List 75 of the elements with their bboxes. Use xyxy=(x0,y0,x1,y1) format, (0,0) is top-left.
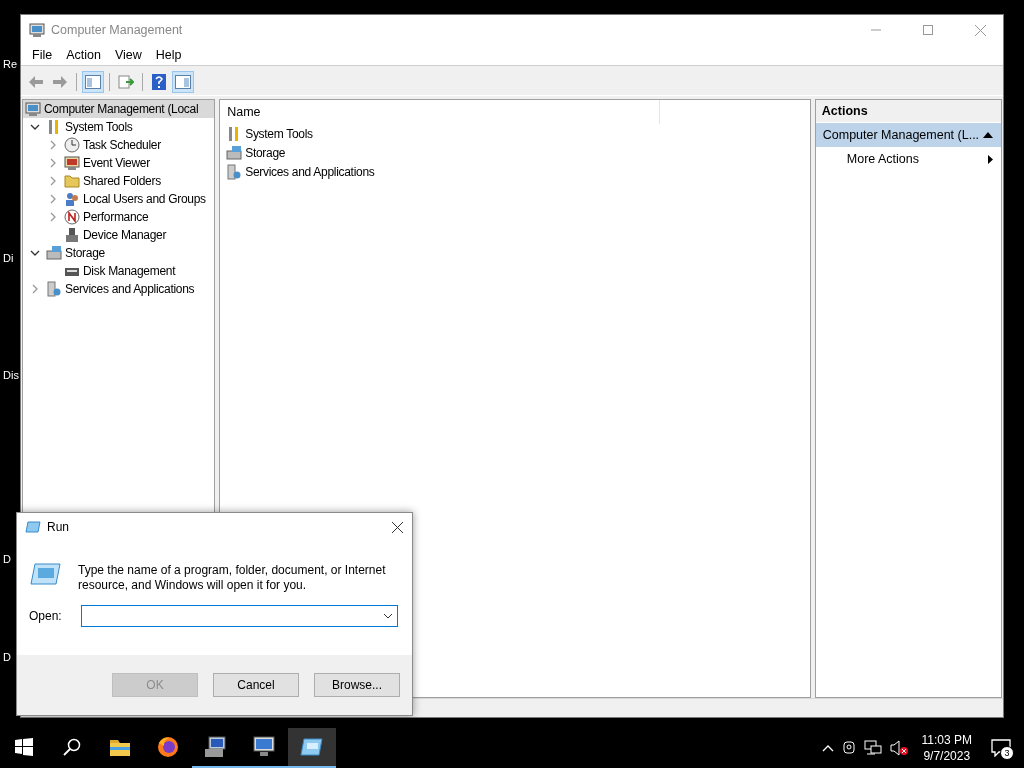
tree-item[interactable]: Computer Management (Local xyxy=(23,100,215,118)
window-title: Computer Management xyxy=(51,23,184,37)
desktop-icon-label: Dis xyxy=(3,369,19,381)
message-icon xyxy=(991,739,1011,757)
folder-icon xyxy=(108,737,132,757)
tree-item[interactable]: Device Manager xyxy=(23,226,215,244)
open-combo-field[interactable] xyxy=(80,605,398,627)
desktop-icon-label: Re xyxy=(3,58,18,70)
monitor-icon xyxy=(251,735,277,759)
action-label: More Actions xyxy=(846,152,920,166)
folder-icon xyxy=(64,173,80,189)
dialog-description: Type the name of a program, folder, document, or Internet resource, and Windows will open it for you. xyxy=(78,563,387,593)
list-item[interactable]: System Tools xyxy=(220,124,810,143)
drive-icon xyxy=(226,144,243,161)
taskbar-app-button[interactable] xyxy=(288,728,336,768)
date-text: 9/7/2023 xyxy=(923,748,971,764)
chevron-up-icon[interactable] xyxy=(821,744,834,752)
show-tree-icon[interactable] xyxy=(82,71,104,93)
run-icon xyxy=(300,737,324,757)
speaker-muted-icon[interactable] xyxy=(889,740,908,756)
action-item[interactable]: More Actions xyxy=(815,147,1001,171)
tree-item[interactable]: System Tools xyxy=(23,118,215,136)
search-icon xyxy=(63,738,81,756)
tree-item[interactable]: Local Users and Groups xyxy=(23,190,215,208)
network-icon[interactable] xyxy=(863,740,882,756)
log-icon xyxy=(64,155,80,171)
dropdown-chevron-icon[interactable] xyxy=(383,613,393,619)
server-icon xyxy=(46,281,62,297)
notification-button[interactable]: 3 xyxy=(986,733,1016,763)
menu-item[interactable]: File xyxy=(25,48,60,62)
clock-icon xyxy=(64,137,80,153)
show-actions-icon[interactable] xyxy=(172,71,194,93)
dialog-button[interactable]: Browse... xyxy=(314,673,400,697)
actions-header: Actions xyxy=(815,100,1001,123)
tree-item[interactable]: Services and Applications xyxy=(23,280,215,298)
desktop-icon-label: D xyxy=(3,651,11,663)
users-icon xyxy=(64,191,80,207)
run-icon xyxy=(29,563,61,585)
device-icon xyxy=(64,227,80,243)
close-icon xyxy=(974,24,986,36)
close-icon xyxy=(391,521,403,533)
computer-icon xyxy=(25,101,41,117)
webcam-icon[interactable] xyxy=(841,740,856,756)
menu-item[interactable]: Action xyxy=(59,48,108,62)
menu-item[interactable]: View xyxy=(107,48,149,62)
column-header[interactable]: Name xyxy=(220,100,661,124)
notification-count: 3 xyxy=(1000,746,1014,760)
run-icon xyxy=(25,521,41,533)
list-item[interactable]: Storage xyxy=(220,143,810,162)
maximize-icon xyxy=(923,25,933,35)
menu-item[interactable]: Help xyxy=(148,48,189,62)
tree-item[interactable]: Disk Management xyxy=(23,262,215,280)
tree-item[interactable]: Performance xyxy=(23,208,215,226)
browser-icon xyxy=(156,735,180,759)
clock[interactable]: 11:03 PM 9/7/2023 xyxy=(921,732,972,764)
actions-group-title: Computer Management (L... xyxy=(822,128,980,142)
dialog-button[interactable]: Cancel xyxy=(213,673,299,697)
desktop-icon-label: D xyxy=(3,553,11,565)
list-item[interactable]: Services and Applications xyxy=(220,162,810,181)
collapse-triangle-icon[interactable] xyxy=(983,132,993,138)
computer-icon xyxy=(29,22,45,38)
tree-item[interactable]: Event Viewer xyxy=(23,154,215,172)
submenu-arrow-icon xyxy=(988,154,993,164)
tree-item[interactable]: Storage xyxy=(23,244,215,262)
drive-icon xyxy=(46,245,62,261)
desktop-icon-label: Di xyxy=(3,252,14,264)
time-text: 11:03 PM xyxy=(921,732,972,748)
actions-group-header[interactable]: Computer Management (L... xyxy=(815,123,1001,147)
open-label: Open: xyxy=(29,609,62,623)
dialog-title: Run xyxy=(47,520,70,534)
computer-icon xyxy=(203,735,229,759)
tree-item[interactable]: Shared Folders xyxy=(23,172,215,190)
tree-item[interactable]: Task Scheduler xyxy=(23,136,215,154)
server-icon xyxy=(226,163,243,180)
windows-logo-icon xyxy=(15,738,33,756)
